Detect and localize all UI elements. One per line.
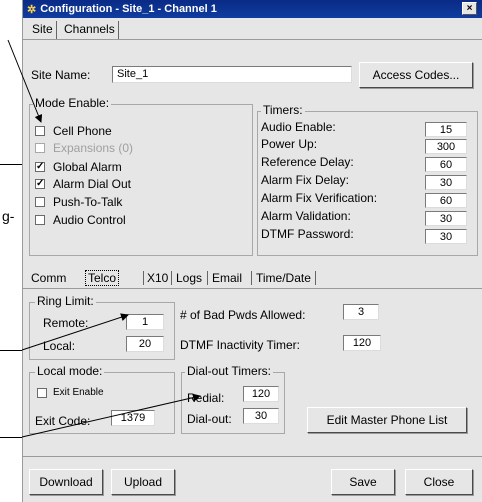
dialout-field[interactable]: 30 [243, 408, 279, 424]
alarm-validation-field[interactable]: 30 [425, 211, 467, 226]
reference-delay-label: Reference Delay: [261, 155, 354, 169]
alarm-fix-verification-label: Alarm Fix Verification: [261, 191, 378, 205]
tab-divider [23, 39, 482, 40]
lower-tab-divider [23, 288, 482, 289]
tab-telco[interactable]: Telco [85, 270, 120, 286]
exit-enable-checkbox[interactable] [37, 388, 47, 398]
close-icon[interactable]: × [462, 2, 477, 15]
app-icon: ✲ [27, 3, 37, 16]
callout-line-2 [0, 350, 22, 351]
timers-label: Timers: [261, 103, 305, 117]
edit-master-phone-list-button[interactable]: Edit Master Phone List [307, 407, 467, 433]
global-alarm-checkbox[interactable]: ✓ [35, 162, 45, 172]
site-name-label: Site Name: [31, 68, 91, 82]
power-up-label: Power Up: [261, 137, 318, 151]
local-label: Local: [43, 339, 76, 353]
power-up-field[interactable]: 300 [425, 139, 467, 154]
tab-x10[interactable]: X10 [143, 271, 168, 285]
alarm-fix-delay-field[interactable]: 30 [425, 175, 467, 190]
cell-phone-checkbox[interactable] [35, 126, 45, 136]
tab-comm[interactable]: Comm [31, 271, 66, 285]
exit-code-label: Exit Code: [35, 414, 91, 428]
dtmf-password-field[interactable]: 30 [425, 229, 467, 244]
alarm-fix-verification-field[interactable]: 60 [425, 193, 467, 208]
audio-control-checkbox[interactable] [35, 215, 45, 225]
dialout-timers-label: Dial-out Timers: [185, 364, 274, 378]
audio-enable-field[interactable]: 15 [425, 122, 467, 137]
dtmf-inactivity-field[interactable]: 120 [343, 335, 381, 351]
mode-enable-label: Mode Enable: [33, 96, 112, 110]
expansions-checkbox [35, 143, 45, 153]
tab-email[interactable]: Email [207, 271, 242, 285]
local-mode-label: Local mode: [35, 364, 105, 378]
bad-pwds-label: # of Bad Pwds Allowed: [180, 308, 306, 322]
reference-delay-field[interactable]: 60 [425, 157, 467, 172]
local-field[interactable]: 20 [126, 336, 164, 352]
alarm-dial-out-checkbox[interactable]: ✓ [35, 179, 45, 189]
bottom-divider [23, 456, 482, 457]
ring-limit-label: Ring Limit: [35, 294, 96, 308]
alarm-dial-out-label: Alarm Dial Out [53, 177, 132, 191]
exit-code-field[interactable]: 1379 [111, 410, 155, 426]
audio-enable-label: Audio Enable: [261, 120, 336, 134]
dtmf-password-label: DTMF Password: [261, 227, 354, 241]
tab-site[interactable]: Site [29, 21, 57, 39]
tab-logs[interactable]: Logs [171, 271, 202, 285]
window-title: Configuration - Site_1 - Channel 1 [40, 3, 217, 15]
configuration-window: ✲ Configuration - Site_1 - Channel 1 × S… [22, 0, 482, 502]
side-text: g- [2, 208, 15, 224]
exit-enable-label: Exit Enable [53, 387, 104, 398]
tab-channels[interactable]: Channels [61, 21, 119, 39]
alarm-validation-label: Alarm Validation: [261, 209, 351, 223]
global-alarm-label: Global Alarm [53, 160, 122, 174]
remote-label: Remote: [43, 316, 89, 330]
dialout-label: Dial-out: [187, 412, 232, 426]
save-button[interactable]: Save [331, 469, 395, 495]
title-bar[interactable]: ✲ Configuration - Site_1 - Channel 1 × [23, 0, 482, 18]
redial-field[interactable]: 120 [243, 386, 279, 402]
download-button[interactable]: Download [29, 469, 103, 495]
access-codes-button[interactable]: Access Codes... [359, 62, 473, 88]
callout-line-3 [0, 437, 22, 438]
audio-control-label: Audio Control [53, 213, 126, 227]
callout-line-1 [0, 164, 22, 165]
push-to-talk-label: Push-To-Talk [53, 195, 123, 209]
expansions-label: Expansions (0) [53, 141, 134, 155]
dtmf-inactivity-label: DTMF Inactivity Timer: [180, 338, 301, 352]
upload-button[interactable]: Upload [111, 469, 175, 495]
alarm-fix-delay-label: Alarm Fix Delay: [261, 173, 350, 187]
push-to-talk-checkbox[interactable] [35, 197, 45, 207]
close-button[interactable]: Close [405, 469, 473, 495]
tab-time-date[interactable]: Time/Date [251, 271, 316, 285]
redial-label: Redial: [187, 391, 225, 405]
site-name-field[interactable]: Site_1 [112, 66, 352, 83]
bad-pwds-field[interactable]: 3 [343, 304, 379, 320]
cell-phone-label: Cell Phone [53, 124, 112, 138]
remote-field[interactable]: 1 [126, 314, 164, 330]
